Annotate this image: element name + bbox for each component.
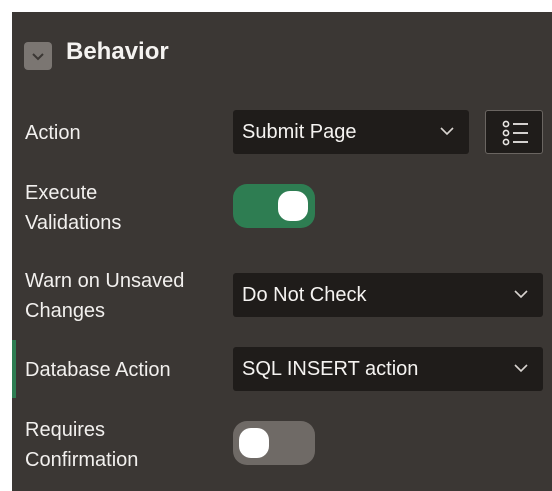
section-header[interactable]: Behavior	[12, 12, 552, 96]
database-action-select[interactable]: SQL INSERT action	[233, 347, 543, 391]
toggle-knob	[278, 191, 308, 221]
action-select-value: Submit Page	[242, 121, 357, 143]
action-label: Action	[25, 122, 81, 144]
collapse-button[interactable]	[24, 42, 52, 70]
warn-unsaved-label: Warn on Unsaved Changes	[25, 270, 185, 322]
requires-confirmation-label: Requires Confirmation	[25, 419, 139, 471]
requires-confirmation-toggle[interactable]	[233, 421, 315, 465]
execute-validations-toggle[interactable]	[233, 184, 315, 228]
section-title: Behavior	[66, 38, 169, 65]
chevron-down-icon	[514, 364, 528, 373]
action-select[interactable]: Submit Page	[233, 110, 469, 154]
database-action-select-value: SQL INSERT action	[242, 358, 419, 380]
toggle-knob	[239, 428, 269, 458]
behavior-panel: Behavior Action Submit Page Execute Vali…	[12, 12, 552, 491]
list-options-icon	[502, 120, 528, 146]
warn-unsaved-select[interactable]: Do Not Check	[233, 273, 543, 317]
chevron-down-icon	[514, 290, 528, 299]
active-row-indicator	[12, 340, 16, 398]
chevron-down-icon	[32, 53, 44, 61]
warn-unsaved-select-value: Do Not Check	[242, 284, 367, 306]
chevron-down-icon	[440, 127, 454, 136]
database-action-label: Database Action	[25, 359, 171, 381]
action-options-button[interactable]	[485, 110, 543, 154]
execute-validations-label: Execute Validations	[25, 182, 122, 234]
